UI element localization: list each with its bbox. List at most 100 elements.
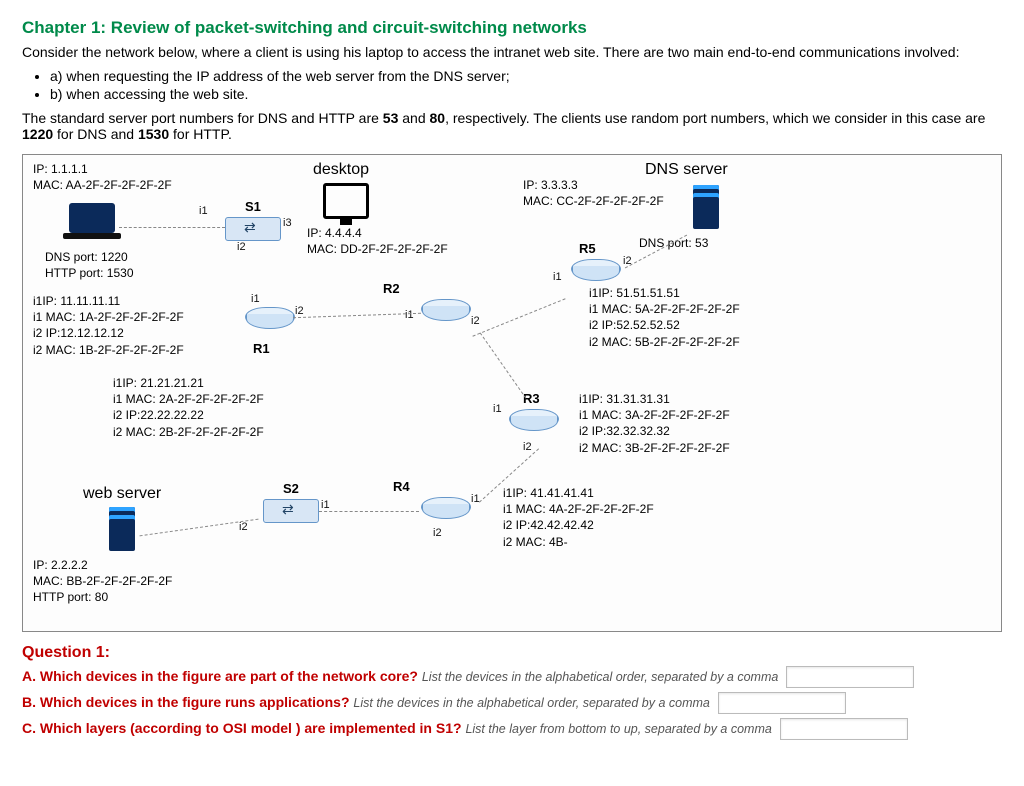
r3-info: i1IP: 31.31.31.31 i1 MAC: 3A-2F-2F-2F-2F… [579,391,730,456]
port-label: HTTP port: 80 [33,589,172,605]
text: i1 MAC: 4A-2F-2F-2F-2F-2F [503,501,654,517]
dns-port-label: DNS port: 53 [639,235,708,251]
question-a: A. Which devices in the figure are part … [22,666,1002,688]
text: i2 MAC: 4B- [503,534,654,550]
question-c-hint: List the layer from bottom to up, separa… [465,722,771,736]
router-r4-icon [421,497,471,517]
question-a-lead: A. Which devices in the figure are part … [22,668,422,684]
iface-label: i1 [493,403,502,415]
ip-label: IP: 2.2.2.2 [33,557,172,573]
text: for HTTP. [169,126,232,142]
ports-note: The standard server port numbers for DNS… [22,110,1002,142]
question-b-lead: B. Which devices in the figure runs appl… [22,694,353,710]
ip-label: IP: 4.4.4.4 [307,225,448,241]
dns-server-icon [693,185,719,229]
switch-s1-icon [225,217,281,241]
iface-label: i2 [433,527,442,539]
intro-text: Consider the network below, where a clie… [22,44,1002,60]
text: i1IP: 41.41.41.41 [503,485,654,501]
question-title: Question 1: [22,644,1002,662]
link-line [480,332,527,398]
text: i1IP: 11.11.11.11 [33,293,184,309]
http-port: 80 [430,110,446,126]
dns-port: 53 [383,110,399,126]
scenario-list: a) when requesting the IP address of the… [50,68,1002,102]
r1-label: R1 [253,341,270,356]
r4-label: R4 [393,479,410,494]
s1-label: S1 [245,199,261,214]
text: i2 MAC: 2B-2F-2F-2F-2F-2F [113,424,264,440]
web-server-label: web server [83,485,161,503]
iface-label: i2 [237,241,246,253]
mac-label: MAC: DD-2F-2F-2F-2F-2F [307,241,448,257]
r2-label: R2 [383,281,400,296]
question-c: C. Which layers (according to OSI model … [22,718,1002,740]
answer-c-input[interactable] [780,718,908,740]
s2-label: S2 [283,481,299,496]
iface-label: i3 [283,217,292,229]
desktop-info: IP: 4.4.4.4 MAC: DD-2F-2F-2F-2F-2F [307,225,448,257]
iface-label: i1 [199,205,208,217]
iface-label: i1 [321,499,330,511]
network-diagram: IP: 1.1.1.1 MAC: AA-2F-2F-2F-2F-2F DNS p… [22,154,1002,632]
iface-label: i1 [405,309,414,321]
text: i2 MAC: 5B-2F-2F-2F-2F-2F [589,334,740,350]
text: i2 IP:12.12.12.12 [33,325,184,341]
text: i2 IP:22.22.22.22 [113,407,264,423]
mac-label: MAC: BB-2F-2F-2F-2F-2F [33,573,172,589]
text: i1 MAC: 3A-2F-2F-2F-2F-2F [579,407,730,423]
iface-label: i1 [251,293,260,305]
router-r3-icon [509,409,559,429]
laptop-info: IP: 1.1.1.1 MAC: AA-2F-2F-2F-2F-2F [33,161,172,193]
desktop-icon [323,183,369,219]
text: i2 IP:32.32.32.32 [579,423,730,439]
answer-a-input[interactable] [786,666,914,688]
text: i1IP: 21.21.21.21 [113,375,264,391]
text: for DNS and [53,126,138,142]
text: i2 MAC: 1B-2F-2F-2F-2F-2F [33,342,184,358]
text: i1 MAC: 5A-2F-2F-2F-2F-2F [589,301,740,317]
web-server-icon [109,507,135,551]
router-r5-icon [571,259,621,279]
list-item: a) when requesting the IP address of the… [50,68,1002,84]
dns-info: IP: 3.3.3.3 MAC: CC-2F-2F-2F-2F-2F [523,177,664,209]
client-dns-port: 1220 [22,126,53,142]
laptop-icon [69,203,115,233]
r2-info: i1IP: 21.21.21.21 i1 MAC: 2A-2F-2F-2F-2F… [113,375,264,440]
text: i1IP: 31.31.31.31 [579,391,730,407]
laptop-ports: DNS port: 1220 HTTP port: 1530 [45,249,134,281]
question-b-hint: List the devices in the alphabetical ord… [353,696,709,710]
switch-s2-icon [263,499,319,523]
text: i2 MAC: 3B-2F-2F-2F-2F-2F [579,440,730,456]
router-r2-icon [421,299,471,319]
r5-info: i1IP: 51.51.51.51 i1 MAC: 5A-2F-2F-2F-2F… [589,285,740,350]
link-line [472,298,565,336]
iface-label: i2 [523,441,532,453]
answer-b-input[interactable] [718,692,846,714]
chapter-title: Chapter 1: Review of packet-switching an… [22,18,1002,38]
link-line [119,227,225,228]
r5-label: R5 [579,241,596,256]
ip-label: IP: 3.3.3.3 [523,177,664,193]
text: , respectively. The clients use random p… [445,110,985,126]
iface-label: i2 [471,315,480,327]
ip-label: IP: 1.1.1.1 [33,161,172,177]
text: i2 IP:42.42.42.42 [503,517,654,533]
text: i1IP: 51.51.51.51 [589,285,740,301]
r4-info: i1IP: 41.41.41.41 i1 MAC: 4A-2F-2F-2F-2F… [503,485,654,550]
text: The standard server port numbers for DNS… [22,110,383,126]
list-item: b) when accessing the web site. [50,86,1002,102]
text: i1 MAC: 2A-2F-2F-2F-2F-2F [113,391,264,407]
question-c-lead: C. Which layers (according to OSI model … [22,720,465,736]
text: i2 IP:52.52.52.52 [589,317,740,333]
link-line [293,313,421,318]
dns-port-label: DNS port: 1220 [45,249,134,265]
iface-label: i1 [553,271,562,283]
iface-label: i2 [295,305,304,317]
text: i1 MAC: 1A-2F-2F-2F-2F-2F [33,309,184,325]
desktop-label: desktop [313,161,369,179]
question-b: B. Which devices in the figure runs appl… [22,692,1002,714]
http-port-label: HTTP port: 1530 [45,265,134,281]
mac-label: MAC: CC-2F-2F-2F-2F-2F [523,193,664,209]
r1-info: i1IP: 11.11.11.11 i1 MAC: 1A-2F-2F-2F-2F… [33,293,184,358]
